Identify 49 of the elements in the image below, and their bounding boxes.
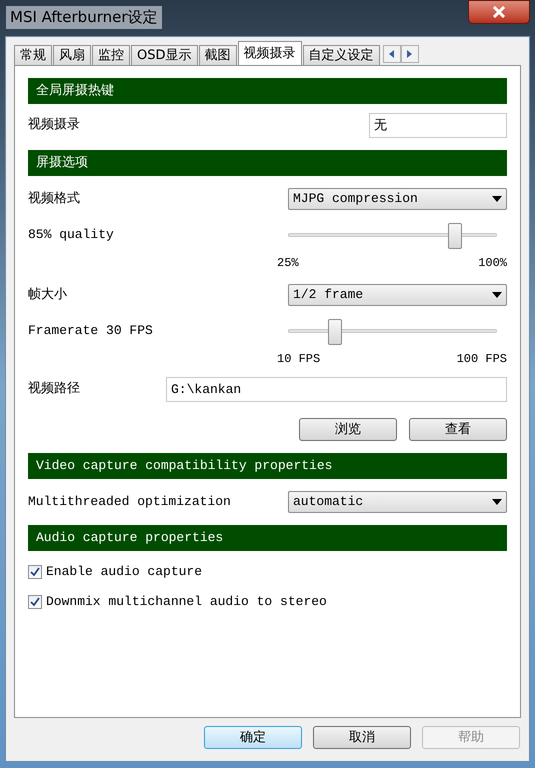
checkbox-label: Downmix multichannel audio to stereo (46, 593, 327, 612)
dropdown[interactable]: 1/2 frame (288, 284, 507, 306)
input-field[interactable]: 无 (369, 112, 507, 138)
slider-min-label: 10 FPS (277, 351, 320, 368)
checkbox[interactable] (28, 565, 42, 579)
dropdown[interactable]: automatic (288, 491, 507, 513)
dropdown[interactable]: MJPG compression (288, 188, 507, 210)
action-button[interactable]: 浏览 (299, 418, 397, 441)
tab[interactable]: 自定义设定 (302, 45, 380, 65)
action-button[interactable]: 查看 (409, 418, 507, 441)
slider-max-label: 100% (478, 255, 507, 272)
tab[interactable]: 视频摄录 (238, 41, 302, 65)
window-title: MSI Afterburner设定 (6, 6, 162, 28)
dialog-button[interactable]: 取消 (313, 726, 411, 749)
input-field[interactable]: G:\kankan (166, 376, 507, 402)
tab[interactable]: OSD显示 (131, 45, 198, 65)
right-arrow-icon (407, 50, 412, 58)
dropdown-arrow-icon (492, 292, 502, 298)
field-label: 视频摄录 (28, 116, 80, 134)
checkbox[interactable] (28, 595, 42, 609)
tab[interactable]: 监控 (92, 45, 130, 65)
close-icon (492, 6, 506, 18)
field-label: 视频格式 (28, 190, 80, 208)
tab-scroll-right-button[interactable] (400, 45, 418, 63)
field-label: Multithreaded optimization (28, 493, 231, 512)
checkmark-icon (30, 597, 40, 607)
field-label: 视频路径 (28, 380, 80, 398)
tab[interactable]: 风扇 (53, 45, 91, 65)
slider-thumb[interactable] (328, 319, 342, 345)
tab-scroll-left-button[interactable] (382, 45, 400, 63)
slider-thumb[interactable] (448, 223, 462, 249)
slider-label: 85% quality (28, 226, 114, 244)
tab[interactable]: 截图 (198, 45, 236, 65)
dropdown-arrow-icon (492, 499, 502, 505)
slider-label: Framerate 30 FPS (28, 322, 153, 340)
checkmark-icon (30, 567, 40, 577)
slider-max-label: 100 FPS (456, 351, 507, 368)
section-header: 屏摄选项 (28, 150, 507, 176)
dialog-button[interactable]: 确定 (204, 726, 302, 749)
checkbox-label: Enable audio capture (46, 563, 202, 582)
tab[interactable]: 常规 (14, 45, 52, 65)
section-header: Audio capture properties (28, 525, 507, 551)
dropdown-arrow-icon (492, 196, 502, 202)
section-header: Video capture compatibility properties (28, 453, 507, 479)
field-label: 帧大小 (28, 286, 67, 304)
slider-min-label: 25% (277, 255, 299, 272)
left-arrow-icon (389, 50, 394, 58)
close-button[interactable] (468, 0, 530, 24)
section-header: 全局屏摄热键 (28, 78, 507, 104)
